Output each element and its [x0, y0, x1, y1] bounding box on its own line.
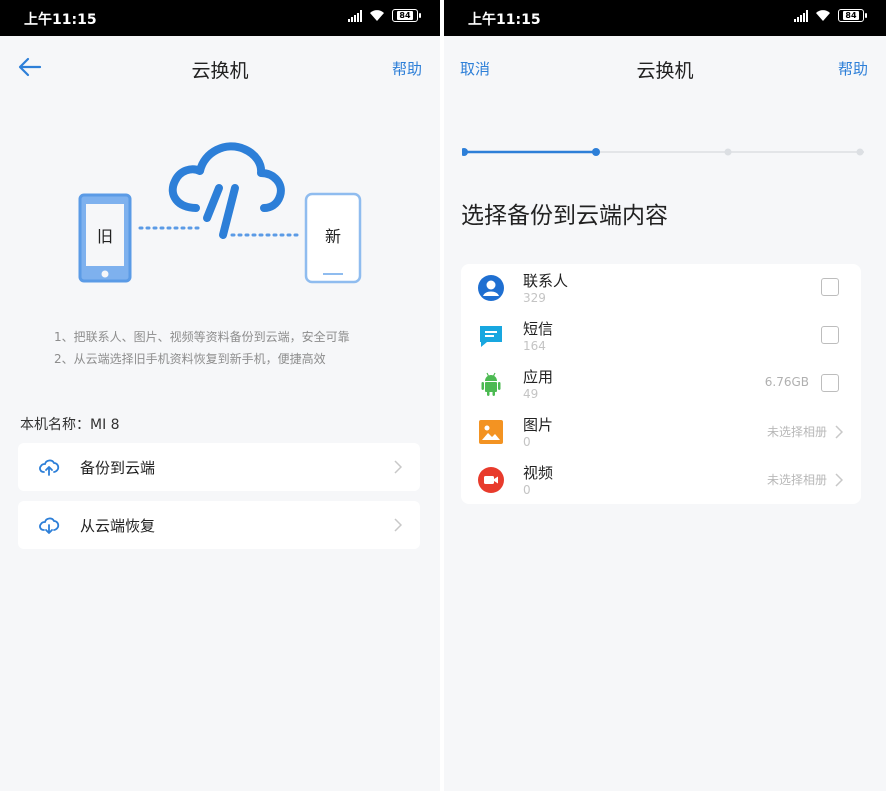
nav-bar: 云换机 帮助 — [0, 36, 440, 98]
item-count: 164 — [523, 339, 546, 353]
backup-label: 备份到云端 — [80, 459, 156, 477]
item-size: 6.76GB — [764, 375, 809, 389]
new-phone-label: 新 — [325, 227, 341, 246]
chevron-right-icon — [835, 425, 843, 439]
cloud-transfer-illustration: 旧 新 — [78, 142, 362, 284]
cloud-icon — [168, 142, 285, 212]
list-item-videos[interactable]: 视频 0 未选择相册 — [461, 456, 861, 504]
step-dot-4 — [856, 148, 864, 156]
contact-icon — [478, 275, 504, 301]
chevron-right-icon — [394, 518, 402, 532]
status-bar: 上午11:15 84 — [0, 0, 440, 36]
cloud-download-icon — [39, 517, 60, 534]
nav-bar: 取消 云换机 帮助 — [444, 36, 886, 98]
page-title: 云换机 — [191, 60, 249, 82]
item-count: 0 — [523, 435, 531, 449]
feature-description: 1、把联系人、图片、视频等资料备份到云端，安全可靠 2、从云端选择旧手机资料恢复… — [54, 326, 350, 370]
checkbox[interactable] — [821, 326, 839, 344]
step-dot-2 — [592, 148, 600, 156]
left-screen: 上午11:15 84 云换机 帮助 旧 新 1、把联系人、图片、视频等资料备份到… — [0, 0, 440, 791]
checkbox[interactable] — [821, 374, 839, 392]
help-button[interactable]: 帮助 — [838, 58, 868, 79]
battery-level: 84 — [397, 11, 413, 20]
right-screen: 上午11:15 84 取消 云换机 帮助 选择备份到云端内容 联系人 329 短 — [444, 0, 886, 791]
item-count: 49 — [523, 387, 539, 401]
restore-from-cloud-button[interactable]: 从云端恢复 — [18, 501, 420, 549]
content-list: 联系人 329 短信 164 应用 49 6.76GB 图片 0 未选择相册 视… — [461, 264, 861, 504]
item-count: 329 — [523, 291, 546, 305]
list-item-contacts[interactable]: 联系人 329 — [461, 264, 861, 312]
item-name: 短信 — [523, 320, 554, 338]
section-heading: 选择备份到云端内容 — [461, 203, 668, 229]
old-phone-label: 旧 — [97, 227, 113, 246]
device-name: 本机名称：MI 8 — [20, 417, 120, 433]
cloud-upload-icon — [39, 459, 60, 476]
page-title: 云换机 — [636, 60, 694, 82]
transfer-slash-icon — [203, 184, 239, 239]
status-time: 上午11:15 — [24, 12, 97, 28]
signal-icon — [348, 9, 362, 22]
backup-to-cloud-button[interactable]: 备份到云端 — [18, 443, 420, 491]
album-hint: 未选择相册 — [766, 473, 827, 487]
item-name: 应用 — [523, 368, 554, 386]
list-item-apps[interactable]: 应用 49 6.76GB — [461, 360, 861, 408]
video-icon — [478, 467, 504, 493]
signal-icon — [794, 9, 808, 22]
step-dot-3 — [724, 148, 732, 156]
list-item-images[interactable]: 图片 0 未选择相册 — [461, 408, 861, 456]
help-button[interactable]: 帮助 — [392, 58, 422, 79]
item-count: 0 — [523, 483, 531, 497]
android-icon — [481, 372, 501, 396]
battery-icon: 84 — [838, 9, 867, 22]
album-hint: 未选择相册 — [766, 425, 827, 439]
wifi-icon — [816, 10, 830, 21]
chevron-right-icon — [835, 473, 843, 487]
image-icon — [479, 420, 503, 444]
checkbox[interactable] — [821, 278, 839, 296]
step-dot-1 — [462, 148, 468, 156]
status-icons: 84 — [348, 9, 421, 22]
wifi-icon — [370, 10, 384, 21]
item-name: 联系人 — [523, 272, 569, 290]
battery-icon: 84 — [392, 9, 421, 22]
message-icon — [480, 326, 502, 347]
item-name: 图片 — [523, 416, 554, 434]
restore-label: 从云端恢复 — [80, 517, 156, 535]
item-name: 视频 — [523, 464, 554, 482]
description-line-2: 2、从云端选择旧手机资料恢复到新手机，便捷高效 — [54, 352, 326, 366]
battery-level: 84 — [843, 11, 859, 20]
progress-stepper — [462, 148, 864, 156]
list-item-messages[interactable]: 短信 164 — [461, 312, 861, 360]
chevron-right-icon — [394, 460, 402, 474]
status-icons: 84 — [794, 9, 867, 22]
status-bar: 上午11:15 84 — [444, 0, 886, 36]
description-line-1: 1、把联系人、图片、视频等资料备份到云端，安全可靠 — [54, 330, 350, 344]
status-time: 上午11:15 — [468, 12, 541, 28]
